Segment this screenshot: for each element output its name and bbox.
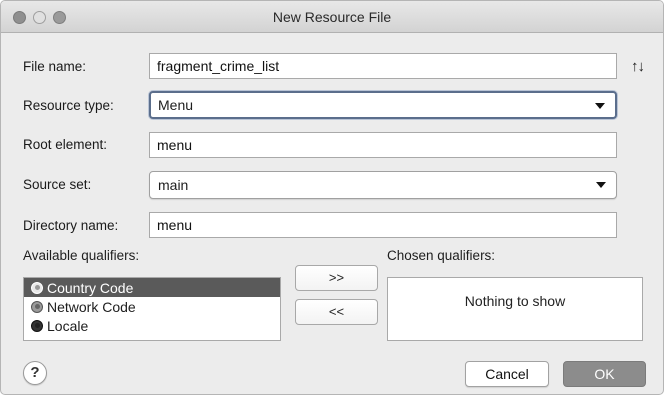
- directory-name-label: Directory name:: [23, 218, 119, 233]
- cancel-button[interactable]: Cancel: [465, 361, 549, 387]
- dialog-title: New Resource File: [272, 9, 392, 25]
- add-qualifier-button[interactable]: >>: [295, 265, 378, 291]
- list-item-label: Network Code: [47, 298, 136, 315]
- help-button[interactable]: ?: [23, 361, 47, 385]
- list-item-country-code[interactable]: Country Code: [24, 278, 280, 297]
- empty-state-text: Nothing to show: [464, 293, 566, 309]
- available-qualifiers-list[interactable]: Country Code Network Code Locale: [23, 277, 281, 341]
- directory-name-input[interactable]: menu: [149, 212, 617, 238]
- file-name-label: File name:: [23, 59, 87, 74]
- chevron-down-icon: [596, 182, 606, 188]
- new-resource-file-dialog: New Resource File File name: fragment_cr…: [0, 0, 664, 395]
- root-element-label: Root element:: [23, 137, 108, 152]
- resource-type-value: Menu: [158, 97, 194, 113]
- list-item-locale[interactable]: Locale: [24, 316, 280, 335]
- chosen-qualifiers-label: Chosen qualifiers:: [387, 248, 496, 263]
- source-set-label: Source set:: [23, 177, 92, 192]
- network-code-icon: [31, 300, 43, 313]
- file-name-input[interactable]: fragment_crime_list: [149, 53, 617, 79]
- resource-type-select[interactable]: Menu: [149, 91, 617, 119]
- locale-icon: [31, 319, 43, 332]
- remove-qualifier-button[interactable]: <<: [295, 299, 378, 325]
- list-item-network-code[interactable]: Network Code: [24, 297, 280, 316]
- list-item-label: Locale: [47, 317, 89, 334]
- chosen-qualifiers-list[interactable]: Nothing to show: [387, 277, 643, 341]
- root-element-input[interactable]: menu: [149, 132, 617, 158]
- list-item-label: Country Code: [47, 279, 134, 296]
- available-qualifiers-label: Available qualifiers:: [23, 248, 140, 263]
- source-set-value: main: [158, 177, 189, 193]
- sort-arrows-icon[interactable]: ↑↓: [631, 58, 645, 75]
- chevron-down-icon: [595, 103, 605, 109]
- source-set-select[interactable]: main: [149, 171, 617, 199]
- resource-type-label: Resource type:: [23, 98, 114, 113]
- title-bar: New Resource File: [1, 1, 663, 33]
- country-code-icon: [31, 281, 43, 294]
- ok-button[interactable]: OK: [563, 361, 646, 387]
